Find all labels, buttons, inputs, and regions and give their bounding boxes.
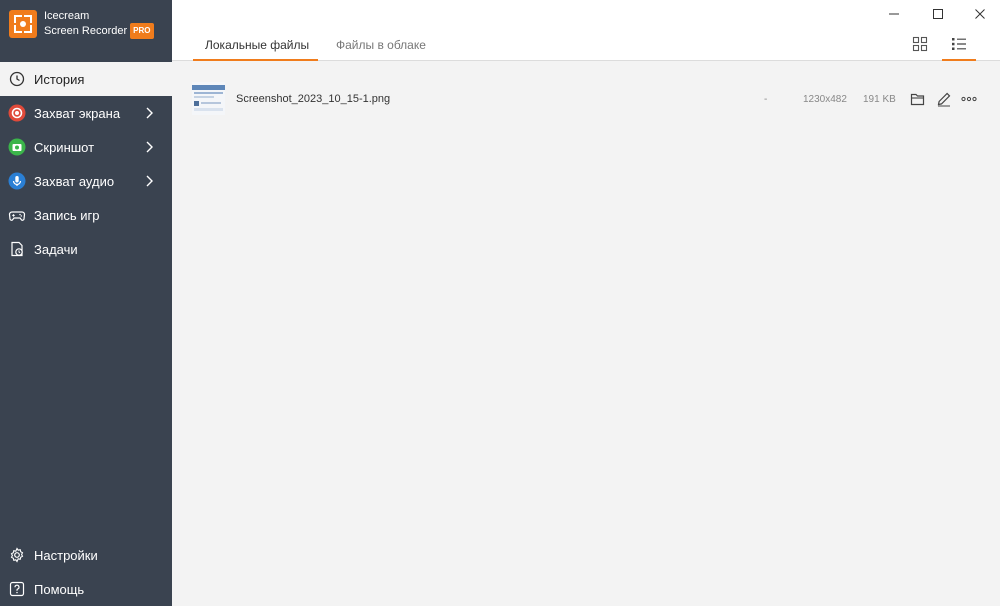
file-resolution: 1230x482 — [803, 94, 847, 105]
active-tab-indicator — [193, 59, 318, 61]
grid-view-icon — [912, 36, 928, 52]
sidebar-item-history[interactable]: История — [0, 62, 172, 96]
folder-icon — [910, 93, 925, 106]
tasks-icon — [8, 240, 26, 258]
help-icon — [8, 580, 26, 598]
sidebar-item-label: Помощь — [34, 581, 85, 597]
pro-badge: PRO — [130, 23, 154, 39]
sidebar-item-label: Запись игр — [34, 207, 100, 223]
microphone-icon — [8, 172, 26, 190]
logo-icon — [9, 10, 37, 38]
sidebar-item-label: Захват аудио — [34, 173, 115, 189]
pencil-icon — [937, 92, 951, 107]
sidebar-item-label: Задачи — [34, 241, 78, 257]
minimize-button[interactable] — [884, 4, 904, 24]
close-icon — [975, 9, 985, 19]
sidebar-item-screen-capture[interactable]: Захват экрана — [0, 96, 172, 130]
sidebar-item-label: История — [34, 71, 85, 87]
sidebar-item-screenshot[interactable]: Скриншот — [0, 130, 172, 164]
gear-icon — [8, 546, 26, 564]
sidebar-item-label: Настройки — [34, 547, 98, 563]
chevron-right-icon — [146, 107, 153, 119]
record-icon — [8, 104, 26, 122]
minimize-icon — [889, 13, 899, 15]
chevron-right-icon — [146, 141, 153, 153]
sidebar-item-settings[interactable]: Настройки — [0, 538, 172, 572]
sidebar-item-label: Скриншот — [34, 139, 95, 155]
close-button[interactable] — [970, 4, 990, 24]
camera-icon — [8, 138, 26, 156]
tab-local-files[interactable]: Локальные файлы — [205, 38, 309, 61]
app-logo: Icecream Screen Recorder PRO — [9, 9, 154, 39]
file-name: Screenshot_2023_10_15-1.png — [236, 93, 391, 105]
app-name-line1: Icecream — [44, 10, 90, 22]
active-view-indicator — [942, 59, 976, 61]
edit-button[interactable] — [935, 90, 953, 108]
sidebar-item-label: Захват экрана — [34, 105, 121, 121]
tab-label: Локальные файлы — [205, 38, 310, 52]
sidebar-item-audio-capture[interactable]: Захват аудио — [0, 164, 172, 198]
maximize-icon — [933, 9, 943, 19]
tab-cloud-files[interactable]: Файлы в облаке — [336, 38, 426, 61]
sidebar: Icecream Screen Recorder PRO История Захв… — [0, 0, 172, 606]
app-name-line2: Screen Recorder — [44, 25, 128, 37]
more-options-button[interactable] — [960, 90, 978, 108]
maximize-button[interactable] — [928, 4, 948, 24]
sidebar-item-game-recording[interactable]: Запись игр — [0, 198, 172, 232]
file-size: 191 KB — [863, 94, 896, 105]
file-row[interactable]: Screenshot_2023_10_15-1.png - 1230x482 1… — [190, 82, 990, 116]
chevron-right-icon — [146, 175, 153, 187]
open-folder-button[interactable] — [909, 90, 927, 108]
list-view-button[interactable] — [949, 34, 969, 54]
more-icon — [961, 96, 977, 102]
sidebar-item-tasks[interactable]: Задачи — [0, 232, 172, 266]
file-thumbnail — [192, 82, 225, 115]
gamepad-icon — [8, 206, 26, 224]
list-view-icon — [952, 38, 966, 50]
tab-label: Файлы в облаке — [336, 38, 426, 52]
file-duration: - — [764, 94, 768, 105]
clock-icon — [8, 70, 26, 88]
sidebar-item-help[interactable]: Помощь — [0, 572, 172, 606]
grid-view-button[interactable] — [910, 34, 930, 54]
main-header: Локальные файлы Файлы в облаке — [172, 0, 1000, 61]
